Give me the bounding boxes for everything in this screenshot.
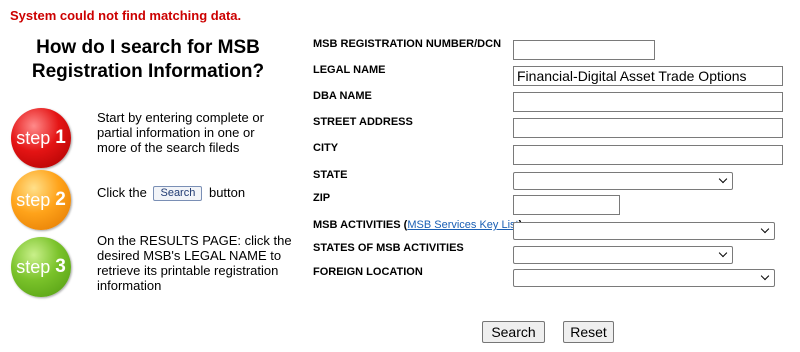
error-message: System could not find matching data. [10,8,242,23]
legal-name-label: LEGAL NAME [313,64,386,76]
foreign-location-label: FOREIGN LOCATION [313,266,423,278]
chevron-down-icon [718,174,728,184]
states-of-msb-activities-label: STATES OF MSB ACTIVITIES [313,242,464,254]
step-1-word: step [16,127,51,148]
dba-name-label: DBA NAME [313,90,372,102]
howto-title-line1: How do I search for MSB [36,37,260,58]
state-label: STATE [313,169,348,181]
step-1-number: 1 [55,127,66,148]
chevron-down-icon [760,271,770,281]
chevron-down-icon [760,224,770,234]
chevron-down-icon [718,248,728,258]
step-2-text: Click the Search button [97,185,297,201]
howto-title-line2: Registration Information? [31,61,265,82]
registration-number-label: MSB REGISTRATION NUMBER/DCN [313,38,502,50]
legal-name-input[interactable] [513,66,783,86]
registration-number-input[interactable] [513,40,655,60]
state-select[interactable] [513,172,733,190]
step-3-word: step [16,256,51,277]
step-2-badge: step 2 [11,170,71,230]
street-address-label: STREET ADDRESS [313,116,413,128]
step-1-text: Start by entering complete or partial in… [97,110,264,155]
step-1-badge: step 1 [11,108,71,168]
zip-label: ZIP [313,192,331,204]
step-2-search-button-illustration: Search [153,186,203,201]
zip-input[interactable] [513,195,620,215]
city-label: CITY [313,142,339,154]
search-button[interactable]: Search [482,321,545,343]
city-input[interactable] [513,145,783,165]
foreign-location-select[interactable] [513,269,775,287]
states-of-msb-activities-select[interactable] [513,246,733,264]
msb-activities-label: MSB ACTIVITIES (MSB Services Key List) [313,219,522,232]
step-2-text-after: button [208,185,246,200]
msb-activities-label-text: MSB ACTIVITIES [313,219,401,231]
street-address-input[interactable] [513,118,783,138]
step-2-number: 2 [55,189,66,210]
msb-services-key-list-link[interactable]: MSB Services Key List [407,219,518,231]
dba-name-input[interactable] [513,92,783,112]
step-3-text: On the RESULTS PAGE: click the desired M… [97,233,292,293]
step-2-text-before: Click the [97,185,147,200]
step-3-badge: step 3 [11,237,71,297]
msb-activities-select[interactable] [513,222,775,240]
reset-button[interactable]: Reset [563,321,614,343]
howto-title: How do I search for MSB Registration Inf… [0,36,296,84]
step-2-word: step [16,189,51,210]
step-3-number: 3 [55,256,66,277]
